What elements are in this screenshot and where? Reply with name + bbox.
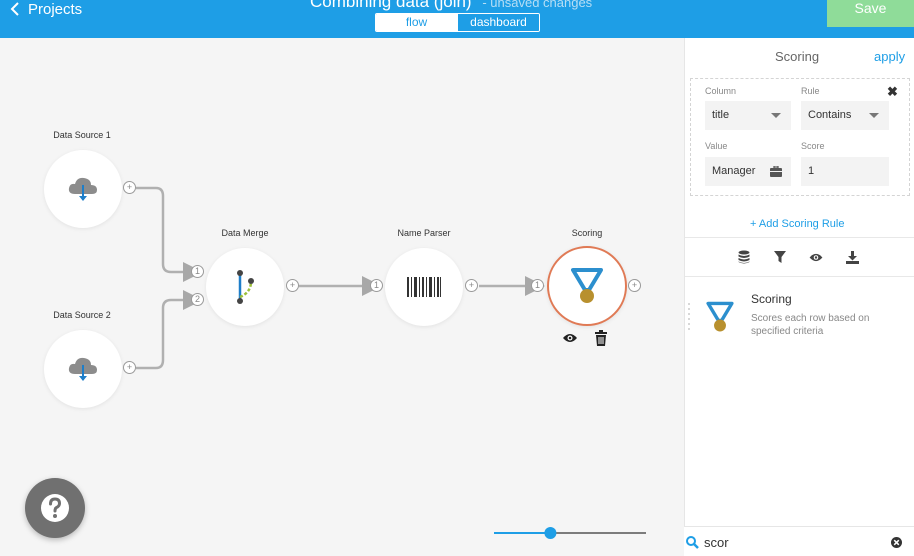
divider bbox=[685, 237, 914, 238]
tab-flow[interactable]: flow bbox=[376, 14, 457, 31]
top-bar: Projects Combining data (join) - unsaved… bbox=[0, 0, 914, 38]
search-icon bbox=[686, 536, 699, 549]
download-icon[interactable] bbox=[843, 249, 861, 265]
column-select[interactable]: title bbox=[705, 101, 791, 130]
panel-toolbar bbox=[735, 249, 861, 265]
column-label: Column bbox=[705, 86, 737, 96]
scoring-node-actions bbox=[562, 330, 608, 346]
eye-icon[interactable] bbox=[562, 332, 578, 344]
out-port-merge[interactable]: + bbox=[286, 279, 299, 292]
chevron-down-icon bbox=[869, 113, 879, 118]
panel-title: Scoring bbox=[775, 49, 820, 64]
node-name-parser[interactable] bbox=[385, 248, 463, 326]
in-port-scoring[interactable]: 1 bbox=[531, 279, 544, 292]
column-value: title bbox=[712, 109, 730, 121]
search-input[interactable] bbox=[704, 533, 884, 551]
node-config-panel: Scoring apply ✖ Column title Rule Contai… bbox=[684, 38, 914, 556]
out-port-ds2[interactable]: + bbox=[123, 361, 136, 374]
in-port-merge-2[interactable]: 2 bbox=[191, 293, 204, 306]
view-toggle: flow dashboard bbox=[375, 13, 540, 32]
rule-value: Contains bbox=[808, 109, 852, 121]
node-label-scoring: Scoring bbox=[571, 228, 603, 238]
back-label: Projects bbox=[28, 0, 83, 18]
value-select[interactable]: Manager bbox=[705, 157, 791, 186]
wire-ds2-merge bbox=[136, 290, 203, 370]
out-port-ds1[interactable]: + bbox=[123, 181, 136, 194]
help-button[interactable] bbox=[25, 478, 85, 538]
node-scoring[interactable] bbox=[547, 246, 627, 326]
cloud-download-icon bbox=[68, 357, 97, 381]
tab-dashboard[interactable]: dashboard bbox=[457, 14, 539, 31]
node-label-ds1: Data Source 1 bbox=[53, 130, 111, 140]
node-label-merge: Data Merge bbox=[221, 228, 269, 238]
out-port-parser[interactable]: + bbox=[465, 279, 478, 292]
value-label: Value bbox=[705, 141, 728, 151]
save-status: - unsaved changes bbox=[482, 0, 593, 10]
project-title-row: Combining data (join) - unsaved changes bbox=[310, 0, 592, 12]
node-data-source-1[interactable] bbox=[44, 150, 122, 228]
rule-label: Rule bbox=[801, 86, 820, 96]
out-port-scoring[interactable]: + bbox=[628, 279, 641, 292]
medal-icon bbox=[706, 301, 734, 332]
apply-button[interactable]: apply bbox=[874, 49, 905, 64]
filter-icon[interactable] bbox=[771, 249, 789, 265]
scoring-rule: ✖ Column title Rule Contains Value Manag… bbox=[690, 78, 910, 196]
database-icon[interactable] bbox=[735, 249, 753, 265]
rule-select[interactable]: Contains bbox=[801, 101, 889, 130]
flow-canvas[interactable]: Data Source 1 + Data Source 2 + Data Mer… bbox=[0, 38, 684, 556]
clear-search-icon[interactable] bbox=[891, 537, 902, 548]
score-input[interactable]: 1 bbox=[801, 157, 889, 186]
chevron-down-icon bbox=[771, 113, 781, 118]
node-data-merge[interactable] bbox=[206, 248, 284, 326]
barcode-icon bbox=[407, 277, 441, 297]
score-value: 1 bbox=[808, 165, 815, 177]
value-value: Manager bbox=[712, 165, 756, 177]
add-scoring-rule-button[interactable]: + Add Scoring Rule bbox=[750, 218, 844, 230]
result-description: Scores each row based on specified crite… bbox=[751, 313, 870, 337]
back-to-projects[interactable]: Projects bbox=[10, 0, 82, 18]
zoom-track bbox=[494, 527, 646, 539]
remove-rule-icon[interactable]: ✖ bbox=[887, 84, 898, 100]
result-title[interactable]: Scoring bbox=[751, 292, 792, 306]
score-label: Score bbox=[801, 141, 825, 151]
medal-icon bbox=[571, 268, 603, 303]
panel-header: Scoring apply bbox=[685, 38, 914, 76]
question-icon bbox=[41, 494, 69, 522]
save-button[interactable]: Save bbox=[827, 0, 914, 27]
node-label-parser: Name Parser bbox=[397, 228, 451, 238]
chevron-left-icon bbox=[10, 2, 19, 16]
in-port-merge-1[interactable]: 1 bbox=[191, 265, 204, 278]
divider bbox=[685, 276, 914, 277]
trash-icon[interactable] bbox=[594, 330, 608, 346]
in-port-parser[interactable]: 1 bbox=[370, 279, 383, 292]
node-label-ds2: Data Source 2 bbox=[53, 310, 111, 320]
zoom-handle bbox=[544, 527, 557, 539]
project-title: Combining data (join) bbox=[310, 0, 472, 11]
merge-icon bbox=[237, 270, 254, 304]
node-data-source-2[interactable] bbox=[44, 330, 122, 408]
eye-icon[interactable] bbox=[807, 249, 825, 265]
drag-handle-icon[interactable] bbox=[687, 302, 691, 332]
zoom-slider[interactable] bbox=[494, 526, 646, 540]
module-search bbox=[684, 526, 914, 556]
wire-ds1-merge bbox=[136, 186, 203, 282]
briefcase-icon bbox=[770, 166, 782, 177]
cloud-download-icon bbox=[68, 177, 97, 201]
